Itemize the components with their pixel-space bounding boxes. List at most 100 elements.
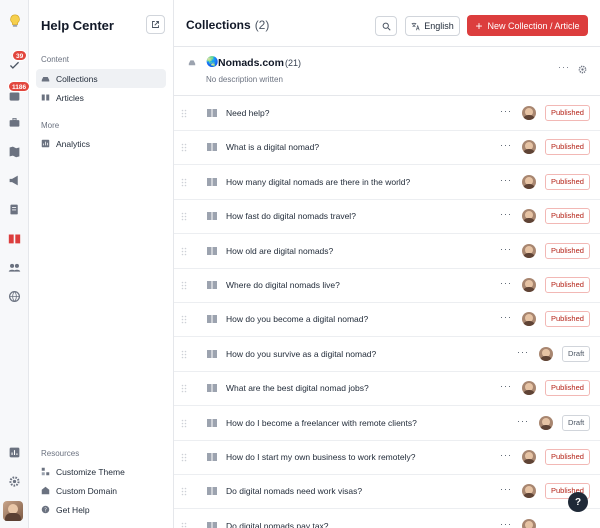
lightbulb-logo-icon[interactable]	[6, 12, 23, 29]
article-more-button[interactable]: ···	[517, 416, 529, 426]
article-title[interactable]: Where do digital nomads live?	[226, 280, 340, 290]
page-title-text: Collections	[186, 18, 251, 32]
article-row[interactable]: How do I become a freelancer with remote…	[174, 406, 600, 441]
collection-header[interactable]: 🌏 Nomads.com (21) No description written…	[174, 47, 600, 96]
drag-handle-icon[interactable]	[181, 453, 187, 462]
article-more-button[interactable]: ···	[500, 244, 512, 254]
status-badge[interactable]: Published	[545, 311, 590, 328]
drag-handle-icon[interactable]	[181, 281, 187, 290]
globe-icon[interactable]	[6, 288, 23, 305]
status-badge[interactable]: Published	[545, 242, 590, 259]
briefcase-icon[interactable]	[6, 114, 23, 131]
article-more-button[interactable]: ···	[500, 278, 512, 288]
status-badge[interactable]: Draft	[562, 414, 591, 431]
sidebar-item-collections[interactable]: Collections	[36, 69, 166, 88]
users-icon[interactable]	[6, 259, 23, 276]
article-row[interactable]: Do digital nomads need work visas? ··· Pub…	[174, 474, 600, 510]
help-chat-button[interactable]: ?	[568, 492, 588, 512]
article-title[interactable]: How many digital nomads are there in the…	[226, 177, 410, 187]
status-badge[interactable]: Published	[545, 139, 590, 156]
article-row[interactable]: Where do digital nomads live? ··· Publishe…	[174, 268, 600, 303]
sidebar-item-customize-theme[interactable]: Customize Theme	[36, 462, 166, 481]
inbox-icon[interactable]: 1186	[6, 81, 31, 105]
article-more-button[interactable]: ···	[500, 106, 512, 116]
section-resources-label: Resources	[41, 449, 80, 458]
status-badge[interactable]: Draft	[562, 345, 591, 362]
megaphone-icon[interactable]	[6, 172, 23, 189]
article-title[interactable]: Do digital nomads need work visas?	[226, 486, 362, 496]
article-more-button[interactable]: ···	[500, 484, 512, 494]
status-badge[interactable]: Published	[545, 449, 590, 465]
sidebar-item-articles[interactable]: Articles	[36, 88, 166, 107]
drag-handle-icon[interactable]	[181, 384, 187, 393]
article-title[interactable]: What are the best digital nomad jobs?	[226, 383, 369, 393]
theme-icon	[41, 467, 50, 476]
drag-handle-icon[interactable]	[181, 212, 187, 221]
status-badge[interactable]: Published	[545, 380, 590, 397]
article-title[interactable]: What is a digital nomad?	[226, 142, 319, 152]
external-link-button[interactable]	[146, 15, 165, 34]
home-icon	[41, 486, 50, 495]
article-title[interactable]: How do you become a digital nomad?	[226, 314, 368, 324]
search-button[interactable]	[375, 16, 397, 36]
article-more-button[interactable]: ···	[500, 381, 512, 391]
article-row[interactable]: Do digital nomads pay tax? ···	[174, 509, 600, 528]
drag-handle-icon[interactable]	[181, 522, 187, 528]
article-row[interactable]: What is a digital nomad? ··· Published	[174, 130, 600, 166]
help-center-book-icon[interactable]	[6, 230, 23, 247]
sidebar-item-label: Customize Theme	[56, 466, 125, 477]
article-more-button[interactable]: ···	[500, 209, 512, 219]
article-row[interactable]: How many digital nomads are there in the…	[174, 165, 600, 200]
article-more-button[interactable]: ···	[500, 175, 512, 185]
user-avatar[interactable]	[3, 501, 23, 521]
sidebar-item-get-help[interactable]: ? Get Help	[36, 500, 166, 519]
article-title[interactable]: How old are digital nomads?	[226, 246, 333, 256]
article-title[interactable]: How fast do digital nomads travel?	[226, 211, 356, 221]
article-title[interactable]: How do I start my own business to work r…	[226, 452, 415, 462]
article-more-button[interactable]: ···	[500, 450, 512, 460]
article-more-button[interactable]: ···	[517, 347, 529, 357]
article-row[interactable]: How do you survive as a digital nomad? ··…	[174, 337, 600, 372]
article-book-icon	[207, 246, 217, 255]
settings-gear-icon[interactable]	[6, 473, 23, 490]
drag-handle-icon[interactable]	[181, 315, 187, 324]
drag-handle-icon[interactable]	[181, 487, 187, 496]
page-header: Collections (2) English + New Collection …	[174, 0, 600, 47]
sidebar-item-analytics[interactable]: Analytics	[36, 134, 166, 153]
sidebar-item-custom-domain[interactable]: Custom Domain	[36, 481, 166, 500]
article-more-button[interactable]: ···	[500, 312, 512, 322]
article-title[interactable]: Do digital nomads pay tax?	[226, 521, 329, 528]
author-avatar	[522, 140, 536, 155]
status-badge[interactable]: Published	[545, 208, 590, 225]
article-row[interactable]: How do I start my own business to work r…	[174, 440, 600, 475]
article-row[interactable]: How old are digital nomads? ··· Published	[174, 234, 600, 269]
new-collection-article-button[interactable]: + New Collection / Article	[467, 15, 588, 36]
drag-handle-icon[interactable]	[181, 350, 187, 359]
article-title[interactable]: How do I become a freelancer with remote…	[226, 418, 417, 428]
status-badge[interactable]: Published	[545, 277, 590, 293]
notifications-icon[interactable]: 39	[6, 50, 28, 74]
article-more-button[interactable]: ···	[500, 519, 512, 528]
article-more-button[interactable]: ···	[500, 140, 512, 150]
language-selector[interactable]: English	[405, 16, 460, 36]
drag-handle-icon[interactable]	[181, 178, 187, 187]
sidebar-item-label: Analytics	[56, 138, 91, 149]
documents-icon[interactable]	[6, 201, 23, 218]
article-row[interactable]: Need help? ··· Published	[174, 96, 600, 131]
drag-handle-icon[interactable]	[181, 143, 187, 152]
article-title[interactable]: How do you survive as a digital nomad?	[226, 349, 376, 359]
drag-handle-icon[interactable]	[181, 109, 187, 118]
status-badge[interactable]: Published	[545, 105, 590, 121]
collection-settings-icon[interactable]	[578, 65, 587, 74]
map-icon[interactable]	[6, 143, 23, 160]
drag-handle-icon[interactable]	[181, 247, 187, 256]
article-title[interactable]: Need help?	[226, 108, 269, 118]
article-row[interactable]: What are the best digital nomad jobs? ···…	[174, 371, 600, 407]
status-badge[interactable]: Published	[545, 173, 590, 190]
collection-more-button[interactable]: ···	[558, 62, 570, 72]
article-row[interactable]: How fast do digital nomads travel? ··· Pub…	[174, 199, 600, 235]
chart-icon[interactable]	[6, 444, 23, 461]
sidebar-item-label: Custom Domain	[56, 485, 117, 496]
drag-handle-icon[interactable]	[181, 419, 187, 428]
article-row[interactable]: How do you become a digital nomad? ··· Pub…	[174, 302, 600, 338]
